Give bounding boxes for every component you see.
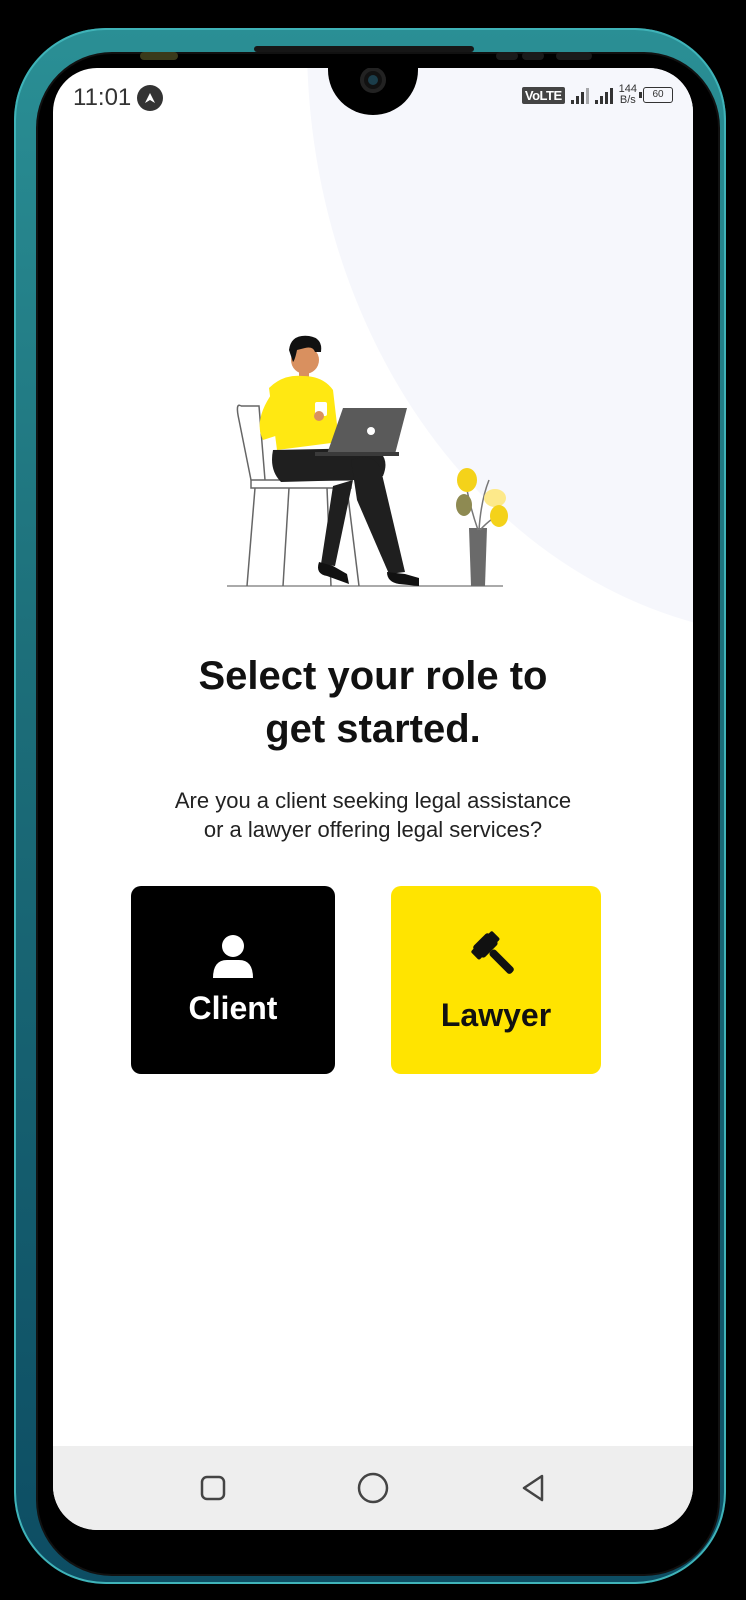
signal-icon [594,86,613,104]
status-icons: VoLTE 144 B/s 60 [521,83,673,106]
app-screen: 11:01 VoLTE 144 B/s 60 Select your role … [53,68,693,1530]
back-button[interactable] [513,1468,553,1508]
user-icon [213,934,253,978]
clock: 11:01 [73,84,132,111]
client-role-label: Client [188,989,278,1026]
sensor [496,52,518,60]
person-with-laptop-illustration [227,335,508,587]
page-subtitle: Are you a client seeking legal assistanc… [174,788,572,842]
network-speed: 144 B/s [618,83,637,106]
back-triangle-icon [522,1474,544,1502]
volte-badge: VoLTE [521,86,565,104]
earpiece [254,46,474,52]
home-button[interactable] [353,1468,393,1508]
signal-icon [570,86,589,104]
sensor [556,52,592,60]
lawyer-role-button[interactable]: Lawyer [391,886,601,1074]
battery-icon: 60 [639,87,673,103]
navigation-app-icon [137,85,164,111]
sensor [522,52,544,60]
front-camera [360,68,386,93]
recent-apps-button[interactable] [193,1468,233,1508]
circle-icon [357,1472,389,1504]
page-title: Select your role to get started. [198,654,548,751]
lawyer-role-label: Lawyer [440,996,552,1033]
status-time: 11:01 [73,84,164,112]
square-icon [200,1475,226,1501]
proximity-sensor [140,52,178,60]
client-role-button[interactable]: Client [131,886,335,1074]
system-navigation-bar [53,1446,693,1530]
gavel-icon [471,930,514,974]
